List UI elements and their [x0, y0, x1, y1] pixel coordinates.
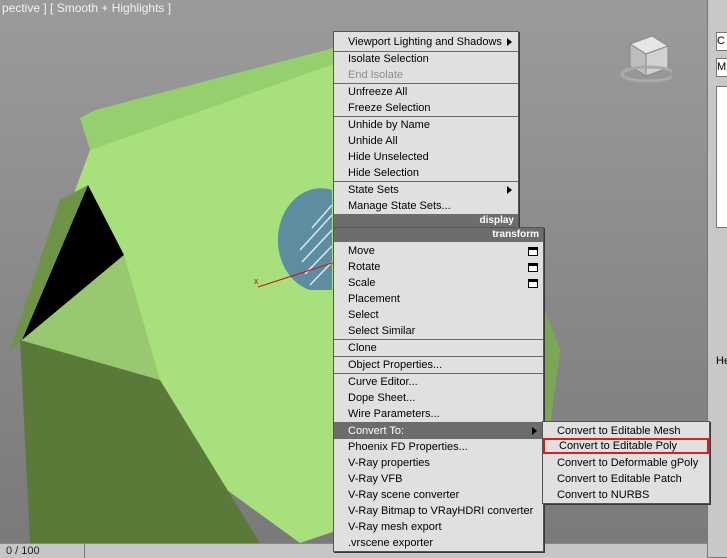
menu-item-unfreeze-all[interactable]: Unfreeze All: [334, 84, 518, 100]
quad-header-transform: transform: [334, 228, 543, 242]
convert-to-submenu: Convert to Editable Mesh Convert to Edit…: [542, 421, 710, 504]
menu-item-clone[interactable]: Clone: [334, 340, 543, 356]
menu-item-convert-editable-poly[interactable]: Convert to Editable Poly: [543, 438, 709, 454]
menu-item-vray-bitmap-converter[interactable]: V-Ray Bitmap to VRayHDRI converter: [334, 503, 543, 519]
command-panel-label: He: [716, 355, 727, 367]
menu-item-dope-sheet[interactable]: Dope Sheet...: [334, 390, 543, 406]
submenu-arrow-icon: [532, 427, 537, 435]
menu-item-unhide-all[interactable]: Unhide All: [334, 133, 518, 149]
menu-item-vray-vfb[interactable]: V-Ray VFB: [334, 471, 543, 487]
menu-item-hide-selection[interactable]: Hide Selection: [334, 165, 518, 181]
menu-item-convert-nurbs[interactable]: Convert to NURBS: [543, 487, 709, 503]
menu-item-freeze-selection[interactable]: Freeze Selection: [334, 100, 518, 116]
menu-item-vrscene-exporter[interactable]: .vrscene exporter: [334, 535, 543, 551]
settings-box-icon[interactable]: [528, 247, 538, 256]
viewcube[interactable]: [612, 30, 672, 85]
menu-item-end-isolate: End Isolate: [348, 69, 404, 81]
menu-item-vray-scene-converter[interactable]: V-Ray scene converter: [334, 487, 543, 503]
menu-item-placement[interactable]: Placement: [334, 291, 543, 307]
menu-item-label: Convert To:: [348, 425, 405, 437]
menu-item-vray-properties[interactable]: V-Ray properties: [334, 455, 543, 471]
frame-counter: 0 / 100: [6, 545, 40, 557]
settings-box-icon[interactable]: [528, 279, 538, 288]
menu-item-phoenix-fd-properties[interactable]: Phoenix FD Properties...: [334, 439, 543, 455]
menu-item-convert-editable-patch[interactable]: Convert to Editable Patch: [543, 471, 709, 487]
menu-item-label: Rotate: [348, 261, 381, 273]
quad-menu-display: Viewport Lighting and Shadows Isolate Se…: [333, 31, 519, 229]
quad-header-display: display: [334, 214, 518, 228]
menu-item-hide-unselected[interactable]: Hide Unselected: [334, 149, 518, 165]
menu-item-unhide-by-name[interactable]: Unhide by Name: [334, 117, 518, 133]
menu-item-state-sets[interactable]: State Sets: [334, 182, 518, 198]
menu-item-select-similar[interactable]: Select Similar: [334, 323, 543, 339]
menu-item-vray-mesh-export[interactable]: V-Ray mesh export: [334, 519, 543, 535]
menu-item-manage-state-sets[interactable]: Manage State Sets...: [334, 198, 518, 214]
menu-item-label: Scale: [348, 277, 376, 289]
command-panel-field-2[interactable]: M: [716, 58, 727, 77]
viewport-label[interactable]: pective ] [ Smooth + Highlights ]: [2, 1, 171, 15]
settings-box-icon[interactable]: [528, 263, 538, 272]
submenu-arrow-icon: [507, 186, 512, 194]
menu-item-convert-editable-mesh[interactable]: Convert to Editable Mesh: [543, 423, 709, 439]
status-divider: [84, 544, 85, 558]
menu-item-isolate-selection[interactable]: Isolate Selection: [334, 51, 518, 67]
menu-item-move[interactable]: Move: [334, 243, 543, 259]
menu-item-convert-to[interactable]: Convert To:: [334, 423, 543, 439]
menu-item-viewport-lighting[interactable]: Viewport Lighting and Shadows: [334, 34, 518, 50]
menu-item-convert-deformable-gpoly[interactable]: Convert to Deformable gPoly: [543, 455, 709, 471]
menu-item-object-properties[interactable]: Object Properties...: [334, 357, 543, 373]
menu-item-select[interactable]: Select: [334, 307, 543, 323]
menu-item-scale[interactable]: Scale: [334, 275, 543, 291]
menu-item-label: Viewport Lighting and Shadows: [348, 36, 502, 48]
command-panel-field-1[interactable]: C: [716, 32, 727, 51]
menu-item-wire-parameters[interactable]: Wire Parameters...: [334, 406, 543, 422]
submenu-arrow-icon: [507, 38, 512, 46]
menu-item-curve-editor[interactable]: Curve Editor...: [334, 374, 543, 390]
menu-item-label: Move: [348, 245, 375, 257]
menu-item-rotate[interactable]: Rotate: [334, 259, 543, 275]
pivot-x-marker: x: [254, 276, 259, 286]
menu-item-label: State Sets: [348, 184, 399, 196]
command-panel-list[interactable]: [716, 86, 727, 228]
quad-menu-transform: transform Move Rotate Scale Placement Se…: [333, 227, 544, 552]
command-panel: C M He: [707, 0, 727, 557]
